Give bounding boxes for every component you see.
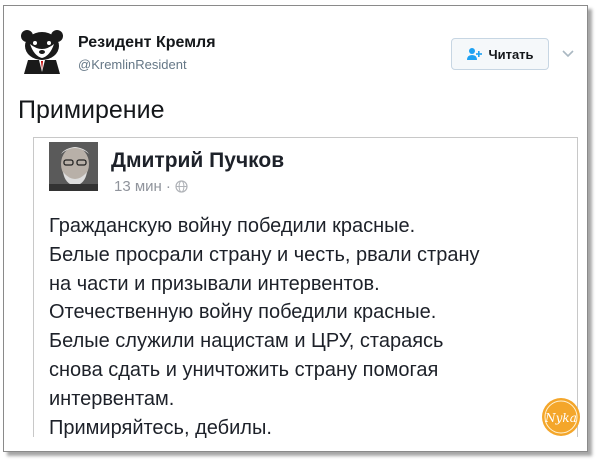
- post-line: Примиряйтесь, дебилы.: [49, 416, 272, 439]
- watermark-text: Nyka: [544, 411, 577, 425]
- chevron-down-icon[interactable]: [561, 46, 575, 60]
- tweet-header: Резидент Кремля @KremlinResident Читать: [18, 24, 578, 80]
- follow-button[interactable]: Читать: [451, 38, 549, 70]
- tweet-text: Примирение: [18, 96, 165, 124]
- post-line: Гражданскую войну победили красные.: [49, 215, 416, 237]
- post-line: Белые служили нацистам и ЦРУ, стараясь: [49, 330, 444, 353]
- post-line: Отечественную войну победили красные.: [49, 301, 437, 324]
- author-handle[interactable]: @KremlinResident: [78, 57, 187, 72]
- follow-button-label: Читать: [488, 46, 534, 62]
- post-line: Белые просрали страну и честь, рвали стр…: [49, 243, 480, 266]
- watermark-logo: Nyka: [542, 398, 580, 436]
- embedded-post[interactable]: Дмитрий Пучков 13 мин · Гражданскую войн…: [33, 137, 578, 439]
- post-time[interactable]: 13 мин: [114, 178, 162, 195]
- bear-logo-icon[interactable]: [20, 28, 64, 74]
- author-name[interactable]: Резидент Кремля: [78, 34, 216, 52]
- globe-icon: [175, 180, 188, 193]
- embedded-author-name[interactable]: Дмитрий Пучков: [111, 149, 284, 173]
- post-line: на части и призывали интервентов.: [49, 272, 380, 295]
- embedded-post-body: Гражданскую войну победили красные. Белы…: [49, 212, 569, 442]
- post-line: снова сдать и уничтожить страну помогая: [49, 358, 439, 381]
- meta-separator: ·: [165, 178, 171, 195]
- follow-user-icon: [467, 48, 483, 60]
- post-line: интервентам.: [49, 387, 175, 410]
- embedded-author-avatar[interactable]: [49, 142, 98, 191]
- embedded-post-meta: 13 мин ·: [114, 178, 188, 195]
